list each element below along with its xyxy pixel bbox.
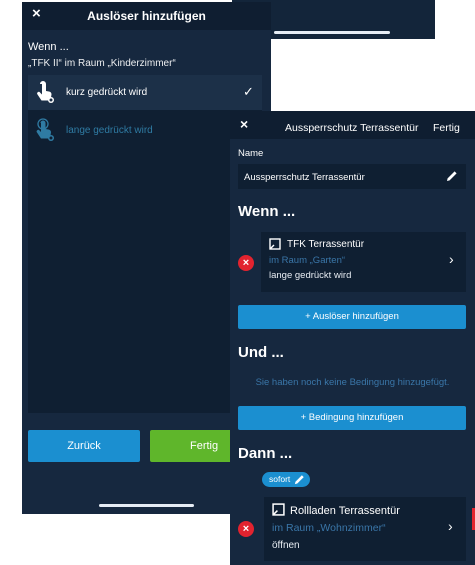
add-trigger-button[interactable]: + Auslöser hinzufügen (238, 305, 466, 329)
edit-pencil-icon[interactable] (446, 170, 458, 182)
add-condition-button[interactable]: + Bedingung hinzufügen (238, 406, 466, 430)
chevron-right-icon: › (448, 518, 453, 534)
no-condition-text: Sie haben noch keine Bedingung hinzugefü… (255, 377, 450, 388)
trigger-option-list: kurz gedrückt wird ✓ lange gedrückt wird (28, 75, 262, 413)
page-title: Auslöser hinzufügen (87, 9, 206, 23)
action-device: Rollladen Terrassentür (290, 505, 400, 517)
action-state: öffnen (272, 540, 300, 551)
wenn-heading: Wenn ... (28, 41, 69, 53)
action-room: im Raum „Wohnzimmer“ (272, 522, 386, 534)
action-card[interactable]: Rollladen Terrassentür im Raum „Wohnzimm… (264, 497, 466, 561)
name-field[interactable]: Aussperrschutz Terrassentür (238, 164, 466, 189)
timing-label: sofort (269, 474, 291, 484)
shutter-icon (272, 503, 285, 516)
trigger-card[interactable]: TFK Terrassentür im Raum „Garten“ lange … (261, 232, 466, 292)
checkmark-icon: ✓ (243, 84, 254, 99)
remove-trigger-icon[interactable]: × (238, 255, 254, 271)
home-indicator (99, 504, 194, 507)
page-title: Aussperrschutz Terrassentür (285, 122, 419, 134)
door-contact-icon (269, 238, 281, 250)
option-label: kurz gedrückt wird (66, 87, 148, 98)
trigger-state: lange gedrückt wird (269, 270, 352, 281)
option-label: lange gedrückt wird (66, 125, 153, 136)
done-button[interactable]: Fertig (433, 122, 460, 134)
wenn-heading: Wenn ... (238, 203, 296, 220)
chevron-right-icon: › (449, 251, 454, 267)
und-heading: Und ... (238, 344, 284, 361)
home-indicator (274, 31, 390, 34)
name-value: Aussperrschutz Terrassentür (244, 172, 365, 183)
tap-icon (37, 81, 54, 103)
name-label: Name (238, 148, 264, 159)
trigger-room: im Raum „Garten“ (269, 255, 346, 266)
option-long-press[interactable]: lange gedrückt wird (28, 113, 262, 148)
edit-pencil-icon (294, 475, 304, 485)
close-icon[interactable]: × (240, 116, 248, 132)
trigger-context: „TFK II“ im Raum „Kinderzimmer“ (28, 58, 176, 69)
scenario-edit-screen: × Aussperrschutz Terrassentür Fertig Nam… (230, 111, 475, 565)
back-button[interactable]: Zurück (28, 430, 140, 462)
trigger-device: TFK Terrassentür (287, 239, 365, 250)
option-short-press[interactable]: kurz gedrückt wird ✓ (28, 75, 262, 110)
remove-action-icon[interactable]: × (238, 521, 254, 537)
long-press-icon (36, 118, 54, 141)
timing-badge[interactable]: sofort (262, 472, 310, 487)
dann-heading: Dann ... (238, 445, 293, 462)
